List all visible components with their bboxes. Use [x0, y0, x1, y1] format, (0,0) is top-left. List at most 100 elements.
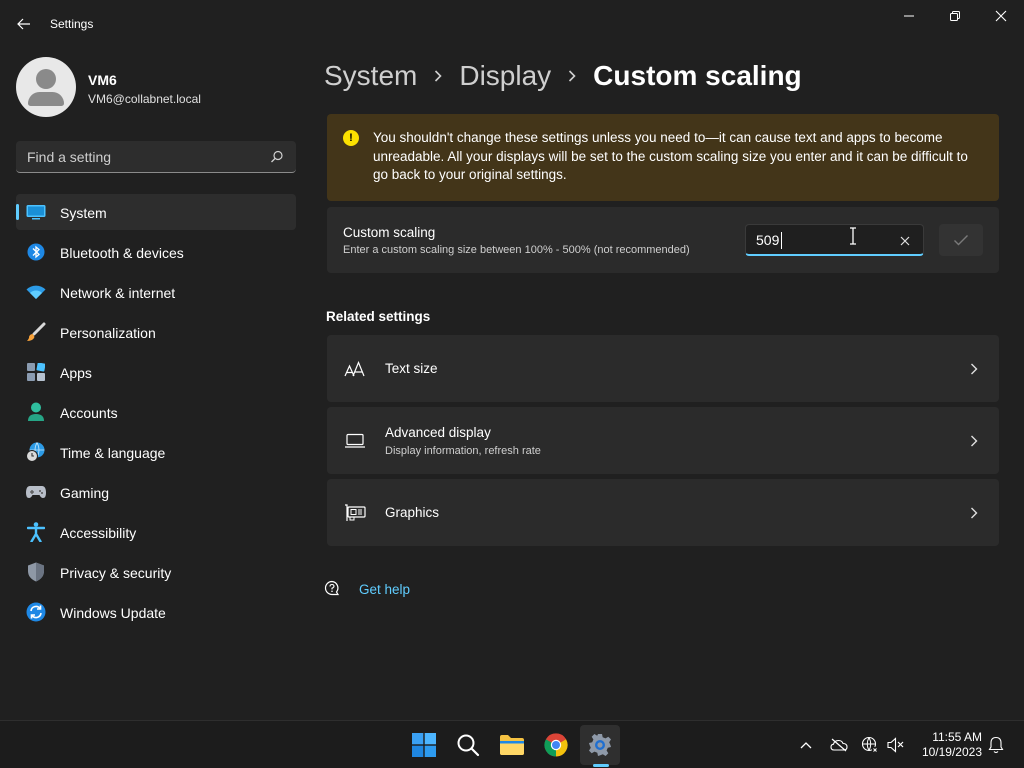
minimize-icon [904, 15, 914, 17]
related-settings-header: Related settings [326, 309, 431, 324]
profile-email: VM6@collabnet.local [88, 92, 201, 106]
sidebar-item-label: Bluetooth & devices [60, 245, 184, 261]
app-title: Settings [50, 17, 94, 31]
onedrive-tray-button[interactable] [829, 735, 849, 755]
apps-icon [26, 362, 46, 382]
taskbar-clock[interactable]: 11:55 AM 10/19/2023 [914, 730, 982, 760]
sidebar-item-network[interactable]: Network & internet [16, 274, 296, 310]
search-box[interactable] [16, 141, 296, 173]
notifications-icon [988, 736, 1004, 754]
sidebar-item-personalization[interactable]: Personalization [16, 314, 296, 350]
clock-time: 11:55 AM [932, 730, 982, 744]
minimize-button[interactable] [886, 0, 932, 32]
monitor-icon [343, 431, 367, 451]
accessibility-icon [26, 522, 46, 542]
warning-text: You shouldn't change these settings unle… [373, 130, 968, 182]
text-size-icon [343, 359, 367, 379]
page-title: Custom scaling [593, 60, 802, 91]
breadcrumb-system[interactable]: System [324, 60, 417, 92]
text-size-card[interactable]: Text size [327, 335, 999, 402]
active-app-indicator [593, 764, 609, 767]
custom-scaling-field[interactable] [745, 224, 924, 256]
chevron-right-icon [567, 69, 577, 83]
restore-button[interactable] [932, 0, 978, 32]
get-help-label: Get help [359, 581, 411, 597]
sidebar-nav: System Bluetooth & devices Network & int… [16, 194, 296, 634]
sidebar-item-label: Personalization [60, 325, 156, 341]
sidebar-item-label: Accounts [60, 405, 118, 421]
network-tray-button[interactable] [860, 735, 880, 755]
custom-scaling-input[interactable] [756, 232, 876, 248]
start-button[interactable] [404, 725, 444, 765]
bluetooth-icon [26, 242, 46, 262]
chevron-right-icon [433, 69, 443, 83]
shield-icon [26, 562, 46, 582]
sidebar-item-accounts[interactable]: Accounts [16, 394, 296, 430]
volume-tray-button[interactable] [886, 735, 906, 755]
volume-muted-icon [887, 737, 904, 753]
sidebar-item-apps[interactable]: Apps [16, 354, 296, 390]
chrome-icon [544, 733, 568, 757]
sidebar-item-gaming[interactable]: Gaming [16, 474, 296, 510]
avatar [16, 57, 76, 117]
text-cursor-icon [850, 227, 856, 245]
sidebar-item-bluetooth[interactable]: Bluetooth & devices [16, 234, 296, 270]
chevron-up-icon [800, 742, 812, 749]
search-icon[interactable] [270, 150, 284, 164]
get-help-link[interactable]: Get help [324, 579, 410, 599]
card-title: Advanced display [385, 425, 491, 440]
confirm-button[interactable] [939, 224, 983, 256]
sidebar-item-label: Windows Update [60, 605, 166, 621]
update-icon [26, 602, 46, 622]
settings-taskbar-button[interactable] [580, 725, 620, 765]
notifications-button[interactable] [986, 735, 1006, 755]
clock-date: 10/19/2023 [921, 745, 982, 759]
text-caret [781, 232, 782, 249]
breadcrumb: System Display Custom scaling [324, 58, 802, 94]
help-chat-icon [324, 580, 340, 596]
chevron-right-icon [971, 435, 978, 447]
search-icon [457, 734, 480, 757]
custom-scaling-description: Enter a custom scaling size between 100%… [343, 244, 690, 256]
settings-icon [589, 734, 611, 756]
back-button[interactable] [10, 12, 38, 36]
card-title: Graphics [385, 505, 440, 520]
sidebar-item-privacy[interactable]: Privacy & security [16, 554, 296, 590]
onedrive-offline-icon [830, 738, 848, 752]
card-subtitle: Display information, refresh rate [385, 445, 541, 457]
sidebar-item-system[interactable]: System [16, 194, 296, 230]
user-profile[interactable]: VM6 VM6@collabnet.local [16, 57, 306, 117]
sidebar-item-windows-update[interactable]: Windows Update [16, 594, 296, 630]
sidebar-item-label: Privacy & security [60, 565, 172, 581]
file-explorer-button[interactable] [492, 725, 532, 765]
clear-button[interactable] [896, 233, 914, 249]
restore-icon [950, 11, 960, 21]
graphics-card[interactable]: Graphics [327, 479, 999, 546]
sidebar-item-label: Network & internet [60, 285, 176, 301]
close-button[interactable] [978, 0, 1024, 32]
globe-clock-icon [26, 442, 46, 462]
chevron-right-icon [971, 363, 978, 375]
sidebar-item-label: Gaming [60, 485, 110, 501]
breadcrumb-display[interactable]: Display [459, 60, 551, 92]
accounts-icon [26, 402, 46, 422]
sidebar-item-label: Apps [60, 365, 92, 381]
sidebar-item-accessibility[interactable]: Accessibility [16, 514, 296, 550]
brush-icon [26, 322, 46, 342]
back-arrow-icon [17, 18, 30, 30]
sidebar-item-label: Accessibility [60, 525, 137, 541]
close-icon [995, 10, 1007, 22]
advanced-display-card[interactable]: Advanced display Display information, re… [327, 407, 999, 474]
sidebar-item-time-language[interactable]: Time & language [16, 434, 296, 470]
chrome-button[interactable] [536, 725, 576, 765]
system-icon [26, 202, 46, 222]
search-input[interactable] [27, 149, 257, 165]
taskbar-search-button[interactable] [448, 725, 488, 765]
tray-overflow-button[interactable] [796, 735, 816, 755]
network-icon [861, 736, 879, 754]
custom-scaling-title: Custom scaling [343, 225, 436, 240]
checkmark-icon [954, 235, 968, 246]
taskbar: 11:55 AM 10/19/2023 [0, 720, 1024, 768]
file-explorer-icon [500, 735, 524, 755]
card-title: Text size [385, 361, 438, 376]
